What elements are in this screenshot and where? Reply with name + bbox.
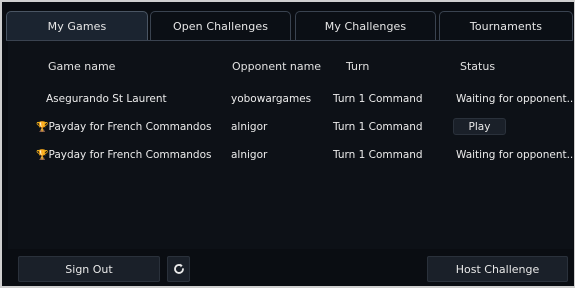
status-cell: Waiting for opponent... [456, 93, 575, 105]
tab-tournaments[interactable]: Tournaments [439, 11, 573, 41]
refresh-icon [173, 263, 184, 274]
tab-label: My Games [47, 20, 107, 33]
refresh-button[interactable] [167, 256, 190, 282]
trophy-icon: 🏆 [36, 150, 49, 161]
column-header-status: Status [460, 60, 496, 73]
opponent-cell: yobowargames [231, 93, 312, 105]
tab-label: My Challenges [324, 20, 407, 33]
play-button[interactable]: Play [453, 118, 506, 135]
column-header-turn: Turn [346, 60, 370, 73]
column-header-game-name: Game name [48, 60, 116, 73]
game-name-cell: 🏆Payday for French Commandos [36, 121, 212, 133]
tab-bar: My Games Open Challenges My Challenges T… [6, 11, 573, 41]
game-name-cell: Asegurando St Laurent [46, 93, 167, 105]
game-name-text: Payday for French Commandos [48, 121, 212, 133]
tab-my-challenges[interactable]: My Challenges [295, 11, 436, 41]
tab-label: Open Challenges [172, 20, 269, 33]
tab-open-challenges[interactable]: Open Challenges [150, 11, 291, 41]
opponent-cell: alnigor [231, 121, 268, 133]
opponent-cell: alnigor [231, 149, 268, 161]
sign-out-button[interactable]: Sign Out [18, 256, 160, 282]
tab-label: Tournaments [469, 20, 543, 33]
tab-my-games[interactable]: My Games [6, 11, 148, 41]
app-window: My Games Open Challenges My Challenges T… [0, 0, 575, 288]
game-name-cell: 🏆Payday for French Commandos [36, 149, 212, 161]
column-header-opponent-name: Opponent name [232, 60, 322, 73]
turn-cell: Turn 1 Command [333, 93, 423, 105]
host-challenge-button[interactable]: Host Challenge [427, 256, 568, 282]
sign-out-label: Sign Out [65, 262, 113, 276]
game-name-text: Payday for French Commandos [48, 149, 212, 161]
status-cell: Waiting for opponent... [456, 149, 575, 161]
turn-cell: Turn 1 Command [333, 149, 423, 161]
host-challenge-label: Host Challenge [455, 262, 540, 276]
trophy-icon: 🏆 [36, 122, 49, 133]
turn-cell: Turn 1 Command [333, 121, 423, 133]
